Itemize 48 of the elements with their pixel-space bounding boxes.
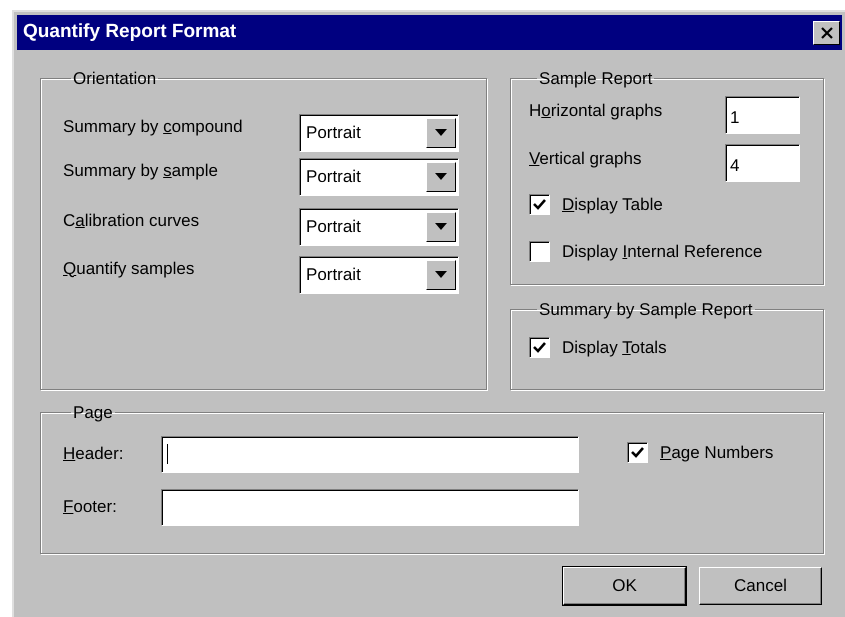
dropdown[interactable]: Portrait: [299, 114, 459, 152]
input-field[interactable]: 1: [725, 96, 800, 134]
field-label: Calibration curves: [63, 210, 200, 232]
field-label: Vertical graphs: [529, 148, 642, 170]
field-label: Horizontal graphs: [529, 100, 664, 122]
dropdown-arrow-button[interactable]: [426, 118, 456, 148]
checkmark-icon: [533, 198, 546, 210]
group-title: Orientation: [72, 68, 158, 90]
checkbox[interactable]: [529, 194, 550, 215]
checkbox[interactable]: [529, 336, 550, 358]
window-title: Quantify Report Format: [23, 20, 236, 44]
input-field[interactable]: [161, 436, 579, 472]
checkbox[interactable]: [529, 241, 550, 262]
input-field[interactable]: [161, 488, 579, 526]
dialog-button[interactable]: OK: [563, 567, 686, 605]
close-button[interactable]: [813, 20, 840, 44]
checkmark-icon: [533, 342, 546, 353]
dropdown-arrow-button[interactable]: [426, 260, 456, 290]
checkbox-label: Page Numbers: [660, 442, 774, 464]
checkbox-label: Display Totals: [562, 336, 667, 358]
checkmark-icon: [631, 446, 644, 458]
field-label: Footer:: [63, 496, 118, 518]
dropdown-arrow-button[interactable]: [426, 212, 456, 242]
checkbox-label: Display Table: [562, 194, 663, 216]
dropdown-value: Portrait: [306, 166, 361, 188]
dropdown-arrow-button[interactable]: [426, 162, 456, 192]
dropdown-value: Portrait: [306, 122, 361, 144]
group-title: Page: [72, 402, 114, 424]
dialog-button[interactable]: Cancel: [699, 567, 822, 605]
dropdown[interactable]: Portrait: [299, 256, 459, 294]
triangle-down-icon: [435, 271, 447, 278]
checkbox-label: Display Internal Reference: [562, 241, 762, 263]
group-title: Summary by Sample Report: [538, 299, 754, 321]
field-label: Header:: [63, 443, 124, 466]
field-label: Summary by compound: [63, 116, 244, 138]
triangle-down-icon: [435, 173, 447, 180]
checkbox[interactable]: [627, 442, 648, 463]
group-title: Sample Report: [538, 68, 654, 90]
dropdown[interactable]: Portrait: [299, 208, 459, 246]
dropdown-value: Portrait: [306, 264, 361, 286]
input-field[interactable]: 4: [725, 144, 800, 182]
triangle-down-icon: [435, 129, 447, 136]
dropdown[interactable]: Portrait: [299, 158, 459, 196]
close-icon: [820, 26, 834, 38]
triangle-down-icon: [435, 223, 447, 230]
field-label: Summary by sample: [63, 160, 219, 182]
dropdown-value: Portrait: [306, 216, 361, 238]
field-label: Quantify samples: [63, 258, 196, 280]
